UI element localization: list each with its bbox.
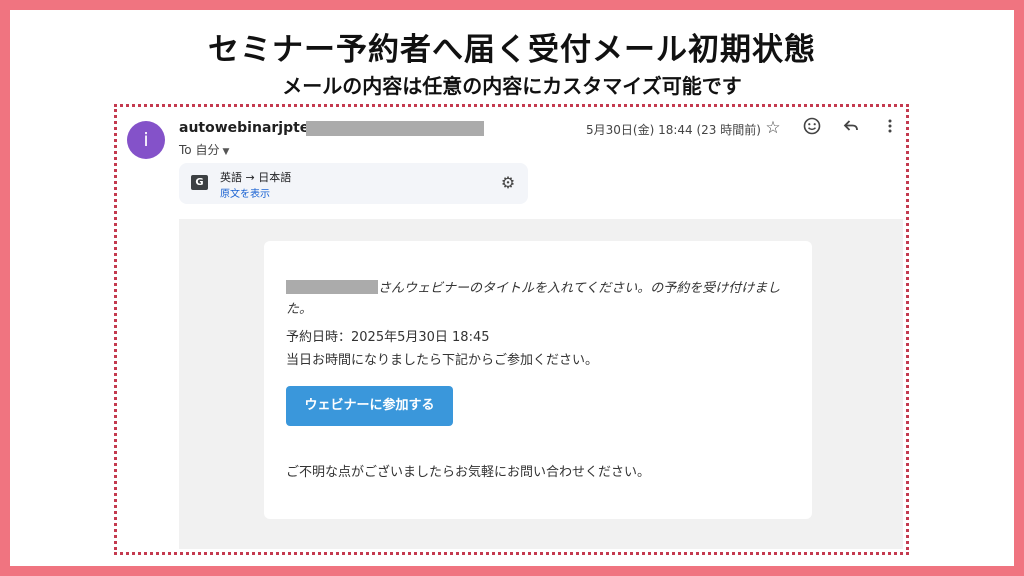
email-body-area: さんウェビナーのタイトルを入れてください。の予約を受け付けました。 予約日時：2… <box>179 219 903 549</box>
avatar[interactable]: i <box>127 121 165 159</box>
email-date: 5月30日(金) 18:44 (23 時間前) <box>586 123 761 137</box>
recipient-dropdown[interactable]: To 自分 ▼ <box>179 141 229 158</box>
slide-subheadline: メールの内容は任意の内容にカスタマイズ可能です <box>282 74 742 98</box>
reservation-datetime: 予約日時：2025年5月30日 18:45 <box>286 330 490 345</box>
star-icon[interactable]: ☆ <box>762 117 784 139</box>
instruction-text: 当日お時間になりましたら下記からご参加ください。 <box>286 353 599 368</box>
sender-name: autowebinarjptest <box>179 120 325 136</box>
emoji-icon[interactable] <box>801 117 823 139</box>
join-webinar-button[interactable]: ウェビナーに参加する <box>286 386 453 426</box>
email-card: さんウェビナーのタイトルを入れてください。の予約を受け付けました。 予約日時：2… <box>264 241 812 519</box>
caret-down-icon: ▼ <box>222 147 230 157</box>
slide-headline: セミナー予約者へ届く受付メール初期状態 <box>208 32 816 68</box>
show-original-link[interactable]: 原文を表示 <box>220 185 270 200</box>
reply-icon[interactable] <box>840 117 862 139</box>
translate-icon: G <box>191 175 208 190</box>
gear-icon[interactable]: ⚙ <box>498 173 518 193</box>
redacted-sender-address <box>306 121 484 136</box>
translate-bar: G 英語 → 日本語 原文を表示 ⚙ <box>179 163 528 204</box>
redacted-name <box>286 280 378 294</box>
recipient-label: To 自分 <box>179 143 220 157</box>
footer-text: ご不明な点がございましたらお気軽にお問い合わせください。 <box>286 465 651 480</box>
greeting-paragraph: さんウェビナーのタイトルを入れてください。の予約を受け付けました。 <box>286 278 796 320</box>
slide: セミナー予約者へ届く受付メール初期状態 メールの内容は任意の内容にカスタマイズ可… <box>10 10 1014 566</box>
translate-language: 英語 → 日本語 <box>220 171 292 184</box>
email-screenshot-frame: i autowebinarjptest To 自分 ▼ 5月30日(金) 18:4… <box>114 104 909 555</box>
more-vert-icon[interactable] <box>879 117 901 139</box>
